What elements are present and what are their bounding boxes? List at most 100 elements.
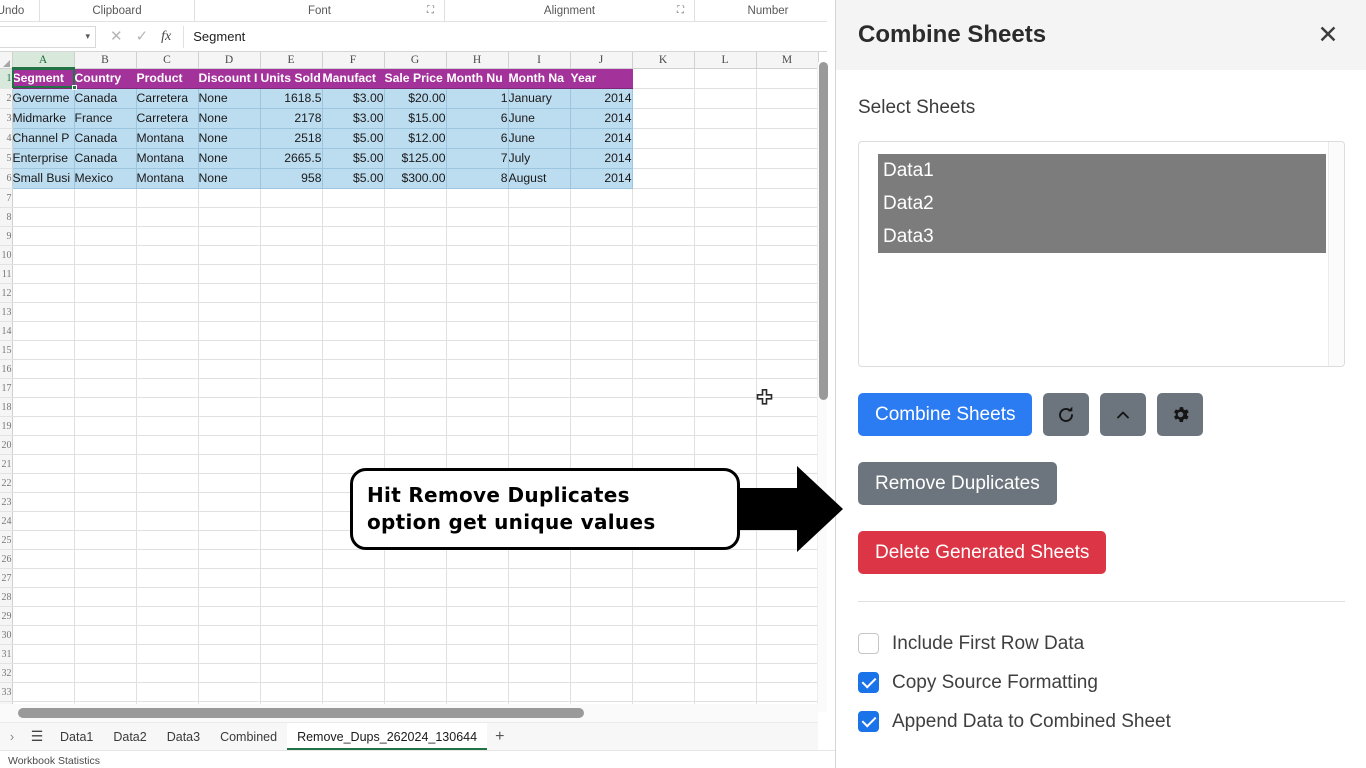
select-all-corner[interactable] [0,52,12,68]
checkbox-checked[interactable] [858,711,879,732]
confirm-icon[interactable]: ✓ [136,29,149,44]
cell-H3[interactable]: 6 [446,109,508,129]
listbox-scrollbar[interactable] [1328,142,1344,366]
cell-empty[interactable] [694,626,756,645]
cell-empty[interactable] [12,246,74,265]
all-sheets-icon[interactable]: ☰ [24,728,50,745]
cell-A2[interactable]: Governme [12,89,74,109]
cell-empty[interactable] [756,68,818,89]
cell-empty[interactable] [198,493,260,512]
cell-empty[interactable] [508,664,570,683]
cell-D1[interactable]: Discount I [198,68,260,89]
column-header-G[interactable]: G [384,52,446,68]
cell-B6[interactable]: Mexico [74,169,136,189]
cell-empty[interactable] [508,436,570,455]
row-header-1[interactable]: 1 [0,68,12,89]
cell-empty[interactable] [12,341,74,360]
cell-empty[interactable] [570,683,632,702]
cell-empty[interactable] [198,417,260,436]
column-header-M[interactable]: M [756,52,818,68]
cell-empty[interactable] [446,398,508,417]
cell-empty[interactable] [12,683,74,702]
cell-empty[interactable] [74,664,136,683]
cell-empty[interactable] [570,550,632,569]
cell-empty[interactable] [508,569,570,588]
cell-empty[interactable] [446,322,508,341]
cell-empty[interactable] [12,607,74,626]
cell-empty[interactable] [74,341,136,360]
cell-empty[interactable] [384,645,446,664]
fill-handle[interactable] [72,85,77,90]
cell-empty[interactable] [384,436,446,455]
cell-empty[interactable] [322,341,384,360]
cell-empty[interactable] [74,493,136,512]
row-header-14[interactable]: 14 [0,322,12,341]
row-header-4[interactable]: 4 [0,129,12,149]
cell-empty[interactable] [12,303,74,322]
cell-empty[interactable] [570,284,632,303]
chevron-down-icon[interactable]: ▾ [85,31,90,42]
cell-A6[interactable]: Small Busi [12,169,74,189]
cell-J6[interactable]: 2014 [570,169,632,189]
cell-empty[interactable] [446,436,508,455]
column-header-K[interactable]: K [632,52,694,68]
cell-empty[interactable] [384,208,446,227]
row-header-8[interactable]: 8 [0,208,12,227]
cell-empty[interactable] [136,474,198,493]
cell-empty[interactable] [446,417,508,436]
cell-empty[interactable] [632,208,694,227]
cell-empty[interactable] [260,588,322,607]
cell-empty[interactable] [322,303,384,322]
cell-I2[interactable]: January [508,89,570,109]
row-header-7[interactable]: 7 [0,189,12,208]
cell-empty[interactable] [322,322,384,341]
cell-J1[interactable]: Year [570,68,632,89]
cell-empty[interactable] [322,417,384,436]
cell-B4[interactable]: Canada [74,129,136,149]
font-dialog-launcher-icon[interactable]: ⛶ [427,5,438,16]
cell-empty[interactable] [198,322,260,341]
row-header-9[interactable]: 9 [0,227,12,246]
cell-empty[interactable] [384,550,446,569]
sheets-listbox[interactable]: Data1Data2Data3 [858,141,1345,367]
cell-empty[interactable] [508,322,570,341]
cell-F4[interactable]: $5.00 [322,129,384,149]
add-sheet-button[interactable]: + [487,728,512,746]
cell-empty[interactable] [508,284,570,303]
row-header-11[interactable]: 11 [0,265,12,284]
cell-empty[interactable] [384,607,446,626]
close-icon[interactable]: ✕ [1311,18,1345,52]
cell-empty[interactable] [508,246,570,265]
refresh-button[interactable] [1043,393,1089,436]
cell-empty[interactable] [322,569,384,588]
column-header-F[interactable]: F [322,52,384,68]
cell-empty[interactable] [198,512,260,531]
cell-empty[interactable] [322,550,384,569]
cell-empty[interactable] [446,227,508,246]
cell-H5[interactable]: 7 [446,149,508,169]
cell-empty[interactable] [12,645,74,664]
cell-empty[interactable] [198,398,260,417]
row-header-22[interactable]: 22 [0,474,12,493]
cell-empty[interactable] [260,531,322,550]
remove-duplicates-button[interactable]: Remove Duplicates [858,462,1057,505]
cell-empty[interactable] [632,417,694,436]
cell-empty[interactable] [198,455,260,474]
row-header-31[interactable]: 31 [0,645,12,664]
cell-empty[interactable] [384,341,446,360]
cell-empty[interactable] [12,436,74,455]
cell-empty[interactable] [322,265,384,284]
cell-I5[interactable]: July [508,149,570,169]
cell-empty[interactable] [756,208,818,227]
cell-empty[interactable] [756,129,818,149]
cell-empty[interactable] [322,626,384,645]
cell-H6[interactable]: 8 [446,169,508,189]
cell-empty[interactable] [632,227,694,246]
cell-empty[interactable] [508,379,570,398]
cell-empty[interactable] [198,550,260,569]
cell-empty[interactable] [260,664,322,683]
cell-B1[interactable]: Country [74,68,136,89]
cell-empty[interactable] [694,284,756,303]
cell-empty[interactable] [570,341,632,360]
cell-empty[interactable] [756,683,818,702]
